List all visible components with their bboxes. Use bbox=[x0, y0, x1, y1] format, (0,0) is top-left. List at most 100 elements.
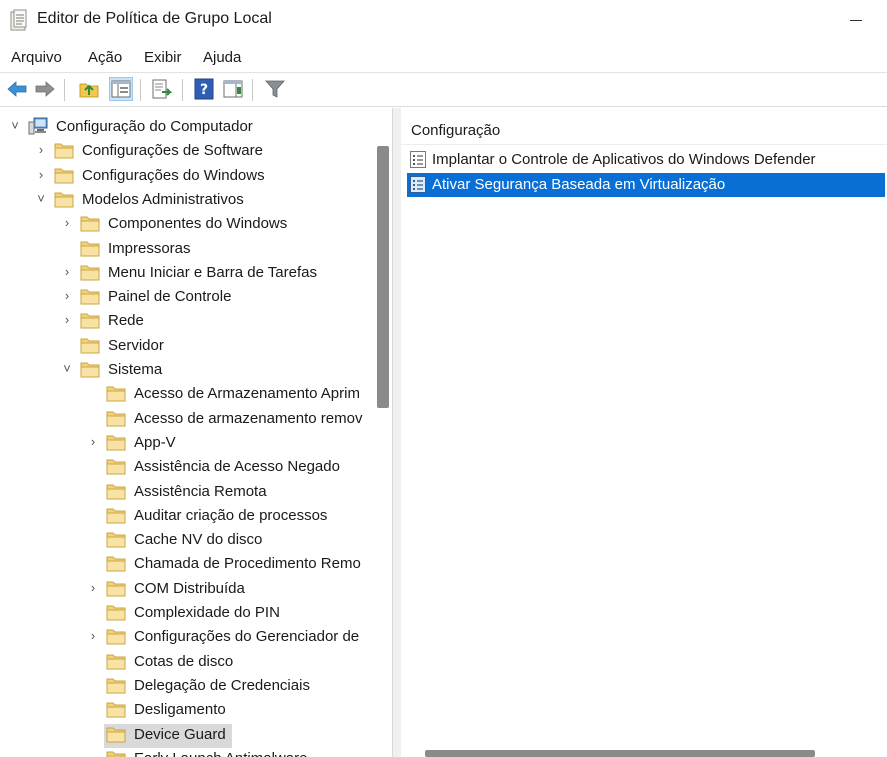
tree-item-menu-iniciar-e-barra-de-tarefas[interactable]: › Menu Iniciar e Barra de Tarefas bbox=[0, 262, 374, 286]
policy-row-ativar-seguranca-virtualizacao[interactable]: Ativar Segurança Baseada em Virtualizaçã… bbox=[407, 173, 885, 197]
folder-icon bbox=[106, 411, 126, 427]
tree-item-configuracoes-de-software[interactable]: › Configurações de Software bbox=[0, 140, 374, 164]
tree-item-cotas-de-disco[interactable]: Cotas de disco bbox=[0, 651, 374, 675]
menu-arquivo[interactable]: Arquivo bbox=[11, 49, 62, 66]
toolbar-separator bbox=[252, 79, 253, 101]
tree-item-assistencia-de-acesso-negado[interactable]: Assistência de Acesso Negado bbox=[0, 456, 374, 480]
minimize-button[interactable] bbox=[836, 6, 876, 34]
folder-icon bbox=[80, 338, 100, 354]
folder-icon bbox=[106, 678, 126, 694]
chevron-right-icon[interactable]: › bbox=[60, 313, 74, 327]
details-horizontal-scrollbar[interactable] bbox=[401, 749, 887, 757]
chevron-down-icon[interactable]: ˅ bbox=[8, 119, 22, 133]
folder-icon bbox=[106, 386, 126, 402]
chevron-right-icon[interactable]: › bbox=[34, 143, 48, 157]
menu-ajuda[interactable]: Ajuda bbox=[203, 49, 241, 66]
tree-item-label: Configurações de Software bbox=[82, 142, 263, 160]
tree-item-configuracao-do-computador[interactable]: ˅ Configuração do Computador bbox=[0, 116, 374, 140]
tree-item-delegacao-de-credenciais[interactable]: Delegação de Credenciais bbox=[0, 675, 374, 699]
tree-item-acesso-de-armazenamento-aprim[interactable]: Acesso de Armazenamento Aprim bbox=[0, 383, 374, 407]
policy-row-implantar-controle-aplicativos[interactable]: Implantar o Controle de Aplicativos do W… bbox=[407, 148, 885, 172]
tree-item-servidor[interactable]: Servidor bbox=[0, 335, 374, 359]
tree-item-desligamento[interactable]: Desligamento bbox=[0, 699, 374, 723]
tree-item-label: Configurações do Gerenciador de bbox=[134, 628, 360, 646]
tree-item-label: Chamada de Procedimento Remo bbox=[134, 555, 361, 573]
policy-setting-icon bbox=[410, 176, 426, 193]
column-header-configuracao[interactable]: Configuração bbox=[411, 122, 500, 139]
folder-icon bbox=[54, 168, 74, 184]
tree-item-auditar-criacao-de-processos[interactable]: Auditar criação de processos bbox=[0, 505, 374, 529]
forward-icon[interactable] bbox=[34, 78, 56, 100]
tree-item-componentes-do-windows[interactable]: › Componentes do Windows bbox=[0, 213, 374, 237]
up-folder-icon[interactable] bbox=[78, 78, 100, 100]
tree-item-configuracoes-do-gerenciador-de[interactable]: › Configurações do Gerenciador de bbox=[0, 626, 374, 650]
policy-label: Implantar o Controle de Aplicativos do W… bbox=[432, 151, 816, 168]
chevron-right-icon[interactable]: › bbox=[60, 216, 74, 230]
tree-item-impressoras[interactable]: Impressoras bbox=[0, 238, 374, 262]
tree-item-label: Assistência de Acesso Negado bbox=[134, 458, 340, 476]
console-tree[interactable]: ˅ Configuração do Computador › Configuraçõe… bbox=[0, 108, 392, 757]
tree-item-modelos-administrativos[interactable]: ˅ Modelos Administrativos bbox=[0, 189, 374, 213]
details-scroll-thumb[interactable] bbox=[425, 750, 815, 757]
tree-item-label: Impressoras bbox=[108, 239, 191, 257]
window-title: Editor de Política de Grupo Local bbox=[37, 10, 272, 27]
tree-item-sistema[interactable]: ˅ Sistema bbox=[0, 359, 374, 383]
folder-icon bbox=[106, 459, 126, 475]
tree-item-label: Acesso de armazenamento remov bbox=[134, 409, 363, 427]
export-list-icon[interactable] bbox=[150, 78, 172, 100]
tree-item-label: Configurações do Windows bbox=[82, 166, 265, 184]
folder-icon bbox=[106, 532, 126, 548]
tree-item-app-v[interactable]: › App-V bbox=[0, 432, 374, 456]
tree-item-label: Sistema bbox=[108, 361, 163, 378]
tree-item-configuracoes-do-windows[interactable]: › Configurações do Windows bbox=[0, 165, 374, 189]
folder-icon bbox=[106, 654, 126, 670]
tree-item-label: Acesso de Armazenamento Aprim bbox=[134, 385, 360, 403]
tree-vertical-scrollbar[interactable] bbox=[374, 108, 391, 757]
tree-scroll-thumb[interactable] bbox=[377, 146, 389, 408]
tree-item-assistencia-remota[interactable]: Assistência Remota bbox=[0, 481, 374, 505]
menu-exibir[interactable]: Exibir bbox=[144, 49, 182, 66]
folder-icon bbox=[106, 751, 126, 757]
folder-icon bbox=[80, 265, 100, 281]
show-hide-action-pane-icon[interactable] bbox=[222, 78, 244, 100]
chevron-right-icon[interactable]: › bbox=[34, 167, 48, 182]
details-pane[interactable]: Configuração Implantar o Controle de Apl… bbox=[401, 108, 887, 757]
toolbar: ? bbox=[0, 73, 887, 107]
policy-setting-icon bbox=[410, 151, 426, 168]
folder-icon bbox=[106, 605, 126, 621]
chevron-right-icon[interactable]: › bbox=[86, 580, 100, 595]
menu-acao[interactable]: Ação bbox=[88, 49, 122, 66]
folder-icon bbox=[106, 484, 126, 499]
folder-icon bbox=[106, 629, 126, 645]
header-divider bbox=[401, 144, 887, 145]
back-icon[interactable] bbox=[6, 78, 28, 100]
tree-item-label: Delegação de Credenciais bbox=[134, 676, 310, 694]
filter-icon[interactable] bbox=[264, 78, 286, 100]
tree-item-acesso-de-armazenamento-remov[interactable]: Acesso de armazenamento remov bbox=[0, 408, 374, 432]
tree-item-device-guard[interactable]: Device Guard bbox=[0, 723, 374, 748]
tree-item-complexidade-do-pin[interactable]: Complexidade do PIN bbox=[0, 602, 374, 626]
tree-item-chamada-de-procedimento-remo[interactable]: Chamada de Procedimento Remo bbox=[0, 553, 374, 577]
tree-item-label: Modelos Administrativos bbox=[82, 190, 244, 208]
tree-item-rede[interactable]: › Rede bbox=[0, 310, 374, 334]
computer-icon bbox=[28, 117, 48, 135]
tree-item-label: Early Launch Antimalware bbox=[134, 750, 307, 757]
folder-icon bbox=[106, 556, 126, 572]
chevron-right-icon[interactable]: › bbox=[86, 629, 100, 643]
chevron-down-icon[interactable]: ˅ bbox=[60, 362, 74, 376]
tree-item-label: Auditar criação de processos bbox=[134, 506, 328, 524]
toolbar-separator bbox=[64, 79, 65, 101]
tree-item-label: COM Distribuída bbox=[134, 579, 245, 597]
tree-item-early-launch-antimalware[interactable]: Early Launch Antimalware bbox=[0, 748, 374, 757]
tree-item-com-distribuida[interactable]: › COM Distribuída bbox=[0, 578, 374, 602]
chevron-right-icon[interactable]: › bbox=[60, 289, 74, 303]
folder-icon bbox=[80, 289, 100, 305]
chevron-right-icon[interactable]: › bbox=[86, 434, 100, 449]
chevron-right-icon[interactable]: › bbox=[60, 264, 74, 279]
chevron-down-icon[interactable]: ˅ bbox=[34, 191, 48, 206]
tree-item-painel-de-controle[interactable]: › Painel de Controle bbox=[0, 286, 374, 310]
tree-item-cache-nv-do-disco[interactable]: Cache NV do disco bbox=[0, 529, 374, 553]
folder-icon bbox=[54, 192, 74, 208]
show-hide-tree-icon[interactable] bbox=[109, 77, 133, 101]
help-icon[interactable]: ? bbox=[193, 78, 215, 100]
